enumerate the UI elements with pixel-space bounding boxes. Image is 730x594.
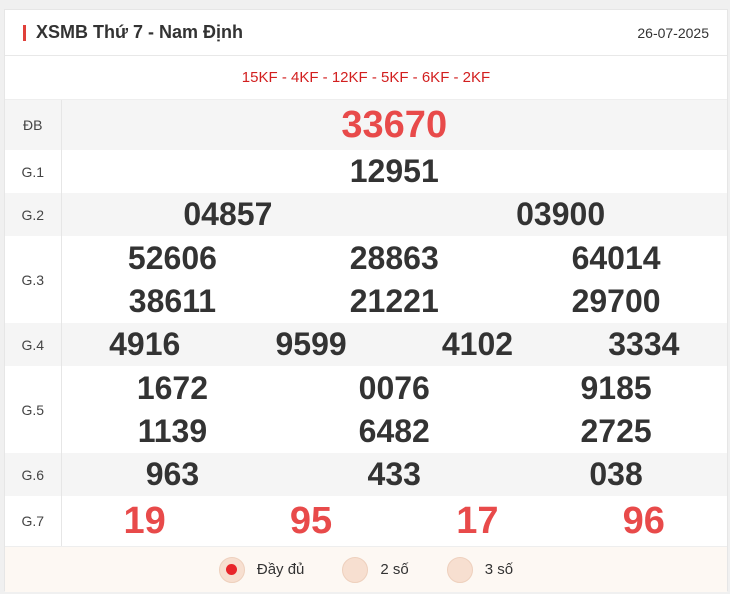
prize-row-g6: G.6 963 433 038 [5,453,727,496]
prize-values: 52606 28863 64014 38611 21221 29700 [61,236,727,323]
prize-number: 3334 [608,326,680,362]
prize-number: 433 [367,456,421,492]
prize-number: 38611 [128,282,217,319]
prize-number: 17 [456,499,499,542]
prize-number: 96 [622,499,665,542]
radio-selected-icon[interactable] [218,556,245,583]
prize-number: 4102 [441,326,514,362]
prize-number: 28863 [349,239,439,276]
prize-values: 33670 [61,100,727,150]
prize-values: 12951 [61,150,727,193]
draw-date: 26-07-2025 [637,24,709,41]
prize-number: 1672 [136,369,208,406]
option-full[interactable]: Đầy đủ [218,556,305,583]
prize-number: 04857 [183,196,273,232]
prize-row-g2: G.2 04857 03900 [5,193,727,236]
option-2-digits[interactable]: 2 số [342,556,409,583]
prize-row-g5: G.5 1672 0076 9185 1139 6482 2725 [5,366,727,453]
prize-number: 19 [123,499,166,542]
option-label: Đầy đủ [256,561,305,578]
prize-row-db: ĐB 33670 [5,100,727,150]
prize-number: 9185 [580,369,652,406]
prize-number: 95 [289,499,333,542]
prize-label: G.1 [5,150,62,193]
page-title: XSMB Thứ 7 - Nam Định [36,22,244,42]
prize-label: G.6 [5,453,62,496]
prize-number: 038 [589,456,643,492]
prize-label: ĐB [5,100,62,150]
prize-number: 2725 [580,412,652,449]
prize-values: 19 95 17 96 [61,496,727,546]
prize-number: 21221 [349,282,439,319]
display-mode-selector: Đầy đủ 2 số 3 số [5,546,727,592]
prize-row-g1: G.1 12951 [5,150,727,193]
prize-row-g3: G.3 52606 28863 64014 38611 21221 29700 [5,236,727,323]
option-label: 2 số [380,561,409,578]
prize-number: 64014 [571,239,661,276]
prize-number: 963 [145,456,200,492]
ticket-codes: 15KF - 4KF - 12KF - 5KF - 6KF - 2KF [5,56,727,100]
title-wrap: XSMB Thứ 7 - Nam Định [23,22,243,43]
prize-number: 0076 [358,369,430,406]
prize-row-g7: G.7 19 95 17 96 [5,496,727,546]
results-card: XSMB Thứ 7 - Nam Định 26-07-2025 15KF - … [4,9,728,592]
prize-label: G.5 [5,366,62,453]
prize-number: 12951 [349,153,439,189]
prize-label: G.7 [5,496,62,546]
title-accent-bar [23,24,26,41]
option-3-digits[interactable]: 3 số [446,556,514,583]
prize-label: G.3 [5,236,62,323]
prize-number: 4916 [109,326,181,362]
prize-number: 03900 [516,196,606,232]
prize-number: 52606 [127,239,217,276]
prize-number: 29700 [571,282,661,319]
prize-label: G.4 [5,323,62,366]
prize-number: 9599 [275,326,347,362]
prize-number: 1139 [137,412,208,449]
results-header: XSMB Thứ 7 - Nam Định 26-07-2025 [5,10,727,56]
radio-icon[interactable] [446,556,473,583]
prize-table: ĐB 33670 G.1 12951 G.2 04857 03900 G.3 5… [5,100,727,546]
special-prize-number: 33670 [341,103,448,146]
prize-row-g4: G.4 4916 9599 4102 3334 [5,323,727,366]
prize-values: 4916 9599 4102 3334 [61,323,727,366]
prize-number: 6482 [358,412,430,449]
prize-values: 1672 0076 9185 1139 6482 2725 [61,366,727,453]
prize-label: G.2 [5,193,62,236]
prize-values: 963 433 038 [61,453,727,496]
radio-icon[interactable] [342,556,369,583]
option-label: 3 số [484,561,514,578]
prize-values: 04857 03900 [61,193,727,236]
